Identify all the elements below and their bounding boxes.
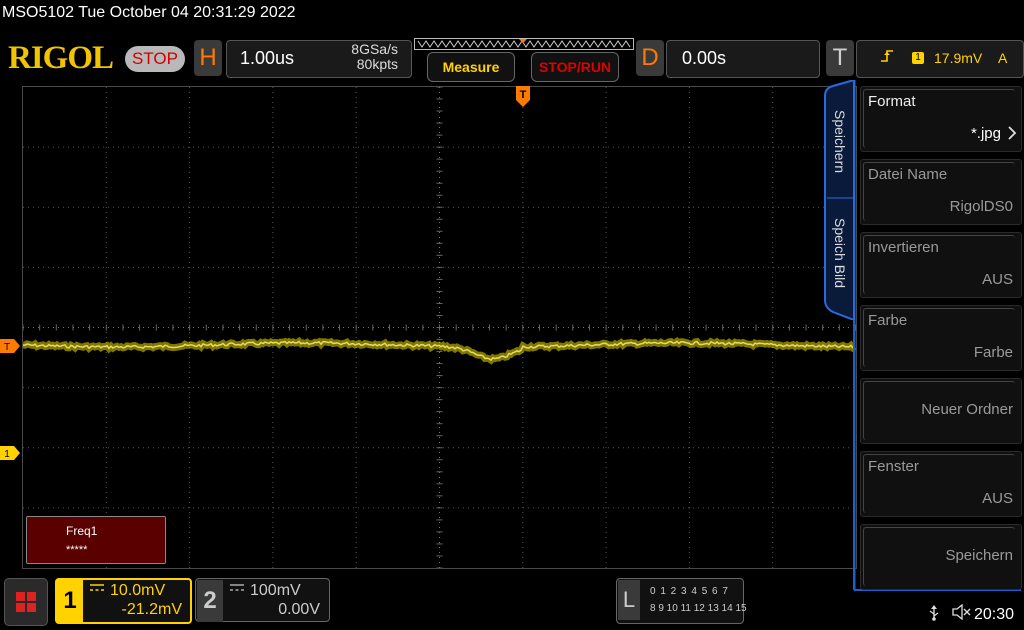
menu-item-window[interactable]: Fenster AUS [860, 451, 1022, 517]
ch1-label[interactable]: 1 [57, 580, 83, 622]
ch1-offset-marker[interactable]: 1 [0, 446, 20, 460]
dc-coupling-icon [90, 584, 104, 591]
menu-item-new-folder[interactable]: Neuer Ordner [860, 378, 1022, 444]
trigger-source-badge: 1 [912, 52, 924, 64]
menu-item-window-value: AUS [982, 490, 1013, 507]
trigger-position-label: T [520, 89, 527, 101]
menu-item-color[interactable]: Farbe Farbe [860, 305, 1022, 371]
chevron-right-icon [1008, 126, 1017, 140]
ch1-marker-label: 1 [4, 449, 10, 460]
ch2-offset: 0.00V [278, 601, 320, 618]
menu-item-invert[interactable]: Invertieren AUS [860, 232, 1022, 298]
timebase-value: 1.00us [240, 48, 295, 68]
rising-edge-icon [881, 50, 893, 62]
trigger-position-marker[interactable]: T [516, 86, 530, 108]
menu-tab-save-image[interactable]: Speich Bild [832, 218, 848, 288]
menu-item-file-name-value: RigolDS0 [949, 198, 1013, 215]
sample-rate: 8GSa/s [351, 41, 398, 57]
menu-item-new-folder-label: Neuer Ordner [921, 401, 1013, 418]
menu-item-format-value: *.jpg [970, 125, 1001, 142]
measure-button[interactable]: Measure [427, 52, 515, 82]
dc-coupling-icon [230, 584, 244, 591]
la-channels-row-1: 0 1 2 3 4 5 6 7 [650, 586, 729, 597]
rigol-logo: RIGOL [8, 40, 114, 76]
trigger-mode: A [998, 50, 1008, 66]
measurement-name: Freq1 [66, 524, 98, 538]
run-state-badge: STOP [125, 46, 185, 72]
menu-tab-save[interactable]: Speichern [832, 110, 848, 173]
ch1-offset: -21.2mV [121, 601, 182, 618]
menu-item-save[interactable]: Speichern [860, 524, 1022, 590]
menu-item-save-label: Speichern [945, 547, 1013, 564]
trigger-menu-button[interactable]: T [826, 40, 854, 76]
trigger-level-marker[interactable]: T [0, 339, 20, 353]
la-channels-row-2: 8 9 10 11 12 13 14 15 [650, 603, 747, 614]
menu-item-color-label: Farbe [868, 312, 908, 329]
stop-run-button[interactable]: STOP/RUN [531, 52, 619, 82]
menu-item-invert-label: Invertieren [868, 239, 939, 256]
ch1-vertical-scale: 10.0mV [110, 582, 166, 599]
delay-value: 0.00s [682, 48, 727, 68]
logic-analyzer-label[interactable]: L [618, 580, 640, 620]
speaker-muted-icon[interactable] [952, 604, 972, 620]
trigger-level-label: T [4, 342, 10, 353]
ch2-label[interactable]: 2 [197, 580, 223, 622]
usb-icon [929, 605, 939, 621]
grid-lines [23, 87, 856, 568]
home-button[interactable] [4, 578, 48, 626]
menu-item-format-label: Format [868, 93, 916, 110]
menu-item-window-label: Fenster [868, 458, 919, 475]
status-line: MSO5102 Tue October 04 20:31:29 2022 [2, 4, 296, 21]
memory-depth: 80kpts [356, 56, 398, 72]
grid-menu-icon [16, 592, 36, 612]
waveform-graticule[interactable] [22, 86, 857, 569]
trigger-level: 17.9mV [934, 50, 983, 66]
sample-rate-info: 8GSa/s 80kpts [310, 42, 398, 72]
menu-item-invert-value: AUS [982, 271, 1013, 288]
ch2-vertical-scale: 100mV [250, 582, 301, 599]
clock: 20:30 [974, 606, 1015, 623]
menu-item-color-value: Farbe [973, 344, 1013, 361]
horizontal-menu-button[interactable]: H [194, 40, 222, 76]
menu-item-file-name-label: Datei Name [868, 166, 948, 183]
delay-menu-button[interactable]: D [636, 40, 664, 76]
memory-position-indicator [414, 38, 634, 50]
menu-item-format[interactable]: Format *.jpg [860, 86, 1022, 152]
menu-item-file-name[interactable]: Datei Name RigolDS0 [860, 159, 1022, 225]
measurement-value: ***** [66, 544, 88, 556]
